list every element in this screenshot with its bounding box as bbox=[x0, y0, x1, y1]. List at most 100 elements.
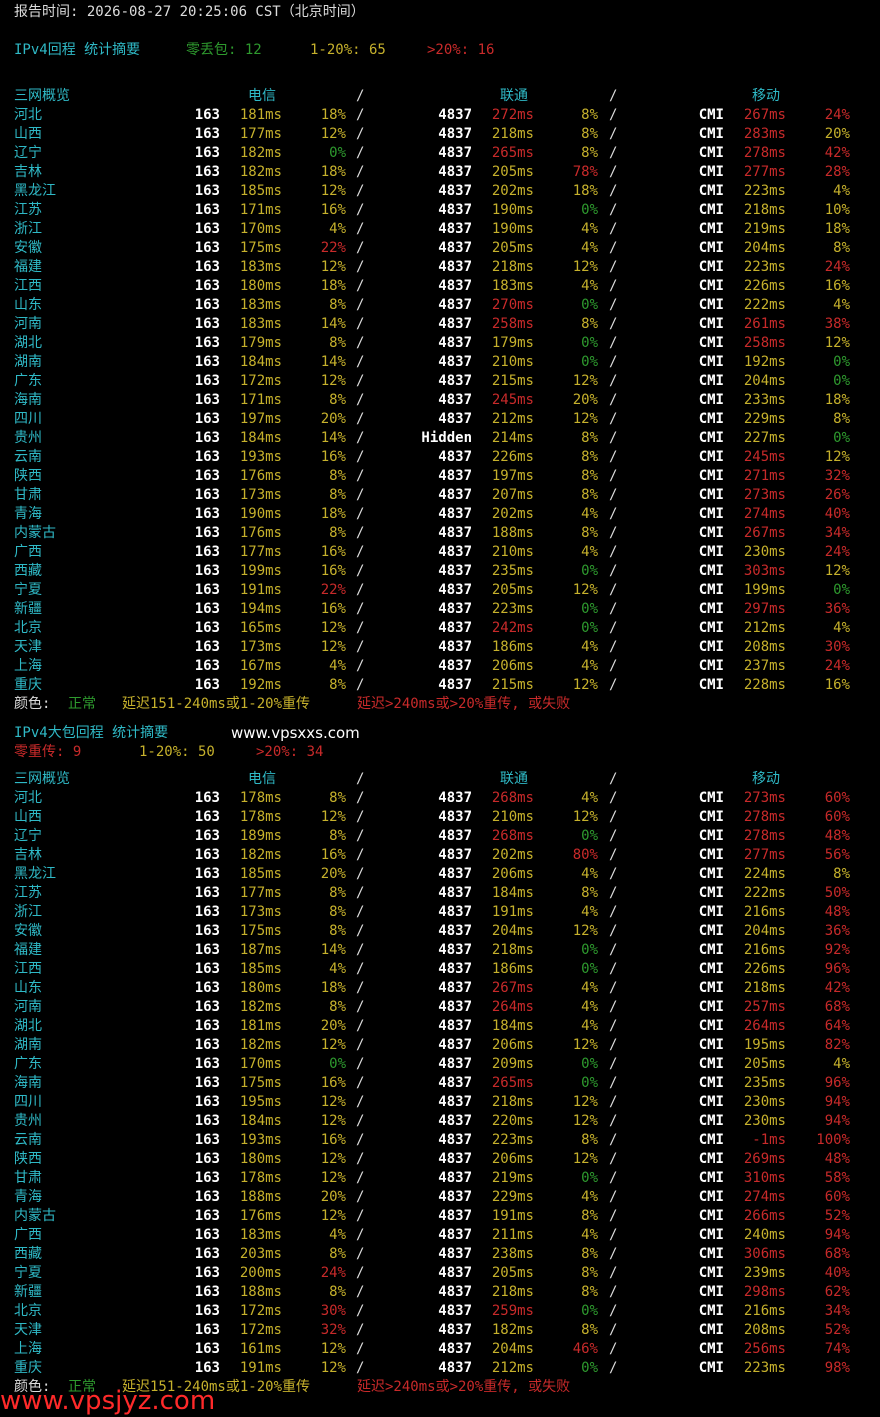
telecom-latency: 193ms bbox=[239, 449, 282, 465]
telecom-latency: 191ms bbox=[239, 1360, 282, 1376]
unicom-latency: 182ms bbox=[491, 1322, 534, 1338]
region-name: 山东 bbox=[14, 297, 42, 313]
unicom-latency: 223ms bbox=[491, 1132, 534, 1148]
header-sep: / bbox=[356, 771, 365, 787]
unicom-latency: 207ms bbox=[491, 487, 534, 503]
telecom-asn: 163 bbox=[194, 506, 220, 522]
telecom-asn: 163 bbox=[194, 1360, 220, 1376]
table-row: 青海 163 190ms 18% 4837 202ms 4% CMI 274ms 40% / / bbox=[0, 505, 880, 524]
header-sep: / bbox=[609, 88, 618, 104]
table-row: 内蒙古 163 176ms 12% 4837 191ms 8% CMI 266ms 52% / / bbox=[0, 1207, 880, 1226]
mobile-latency: 278ms bbox=[743, 145, 786, 161]
table-row: 四川 163 197ms 20% 4837 212ms 12% CMI 229ms 8% / / bbox=[0, 410, 880, 429]
unicom-asn: 4837 bbox=[438, 525, 472, 541]
telecom-latency: 199ms bbox=[239, 563, 282, 579]
col-sep: / bbox=[609, 1056, 618, 1072]
col-sep: / bbox=[609, 335, 618, 351]
mobile-loss: 12% bbox=[824, 335, 850, 351]
col-sep: / bbox=[609, 1113, 618, 1129]
mobile-asn: CMI bbox=[698, 525, 724, 541]
col-sep: / bbox=[609, 1037, 618, 1053]
col-sep: / bbox=[356, 430, 365, 446]
mobile-asn: CMI bbox=[698, 961, 724, 977]
mobile-asn: CMI bbox=[698, 1284, 724, 1300]
mobile-asn: CMI bbox=[698, 107, 724, 123]
telecom-loss: 20% bbox=[320, 1018, 346, 1034]
mobile-loss: 24% bbox=[824, 107, 850, 123]
mobile-asn: CMI bbox=[698, 487, 724, 503]
telecom-loss: 14% bbox=[320, 942, 346, 958]
unicom-loss: 0% bbox=[581, 828, 598, 844]
telecom-asn: 163 bbox=[194, 1037, 220, 1053]
region-name: 西藏 bbox=[14, 1246, 42, 1262]
unicom-loss: 0% bbox=[581, 563, 598, 579]
mobile-asn: CMI bbox=[698, 639, 724, 655]
region-name: 吉林 bbox=[14, 847, 42, 863]
unicom-loss: 20% bbox=[572, 392, 598, 408]
mobile-latency: 237ms bbox=[743, 658, 786, 674]
unicom-asn: 4837 bbox=[438, 658, 472, 674]
telecom-asn: 163 bbox=[194, 145, 220, 161]
region-name: 山西 bbox=[14, 126, 42, 142]
mobile-asn: CMI bbox=[698, 923, 724, 939]
unicom-loss: 4% bbox=[581, 904, 598, 920]
unicom-loss: 12% bbox=[572, 809, 598, 825]
unicom-loss: 12% bbox=[572, 411, 598, 427]
mobile-latency: 216ms bbox=[743, 904, 786, 920]
unicom-asn: 4837 bbox=[438, 980, 472, 996]
mobile-asn: CMI bbox=[698, 885, 724, 901]
col-sep: / bbox=[609, 1322, 618, 1338]
unicom-latency: 219ms bbox=[491, 1170, 534, 1186]
region-name: 河南 bbox=[14, 999, 42, 1015]
col-sep: / bbox=[356, 1113, 365, 1129]
telecom-latency: 179ms bbox=[239, 335, 282, 351]
col-sep: / bbox=[356, 107, 365, 123]
unicom-asn: 4837 bbox=[438, 278, 472, 294]
mobile-loss: 10% bbox=[824, 202, 850, 218]
unicom-asn: 4837 bbox=[438, 1018, 472, 1034]
col-sep: / bbox=[356, 1284, 365, 1300]
unicom-loss: 8% bbox=[581, 1246, 598, 1262]
mobile-latency: 283ms bbox=[743, 126, 786, 142]
region-name: 江西 bbox=[14, 961, 42, 977]
unicom-asn: 4837 bbox=[438, 373, 472, 389]
table-row: 黑龙江 163 185ms 12% 4837 202ms 18% CMI 223ms 4% / / bbox=[0, 182, 880, 201]
col-sep: / bbox=[356, 468, 365, 484]
region-name: 安徽 bbox=[14, 923, 42, 939]
mobile-loss: 94% bbox=[824, 1227, 850, 1243]
telecom-loss: 18% bbox=[320, 164, 346, 180]
region-name: 山西 bbox=[14, 809, 42, 825]
col-sep: / bbox=[356, 1189, 365, 1205]
col-sep: / bbox=[609, 1075, 618, 1091]
col-sep: / bbox=[356, 335, 365, 351]
unicom-asn: 4837 bbox=[438, 1113, 472, 1129]
unicom-asn: 4837 bbox=[438, 221, 472, 237]
mobile-loss: 96% bbox=[824, 1075, 850, 1091]
col-sep: / bbox=[356, 297, 365, 313]
telecom-asn: 163 bbox=[194, 790, 220, 806]
telecom-latency: 185ms bbox=[239, 961, 282, 977]
region-name: 上海 bbox=[14, 658, 42, 674]
region-name: 辽宁 bbox=[14, 828, 42, 844]
telecom-asn: 163 bbox=[194, 809, 220, 825]
telecom-loss: 20% bbox=[320, 411, 346, 427]
telecom-asn: 163 bbox=[194, 658, 220, 674]
table-row: 河北 163 181ms 18% 4837 272ms 8% CMI 267ms 24% / / bbox=[0, 106, 880, 125]
mobile-latency: 208ms bbox=[743, 639, 786, 655]
region-name: 青海 bbox=[14, 506, 42, 522]
col-sep: / bbox=[609, 202, 618, 218]
col-sep: / bbox=[609, 1094, 618, 1110]
telecom-loss: 8% bbox=[329, 468, 346, 484]
telecom-loss: 12% bbox=[320, 373, 346, 389]
mobile-loss: 48% bbox=[824, 904, 850, 920]
col-sep: / bbox=[609, 354, 618, 370]
telecom-latency: 173ms bbox=[239, 904, 282, 920]
mobile-asn: CMI bbox=[698, 240, 724, 256]
telecom-latency: 177ms bbox=[239, 126, 282, 142]
table-row: 山西 163 177ms 12% 4837 218ms 8% CMI 283ms 20% / / bbox=[0, 125, 880, 144]
col-sep: / bbox=[356, 221, 365, 237]
col-sep: / bbox=[609, 1132, 618, 1148]
telecom-loss: 0% bbox=[329, 145, 346, 161]
mobile-asn: CMI bbox=[698, 847, 724, 863]
unicom-loss: 8% bbox=[581, 316, 598, 332]
